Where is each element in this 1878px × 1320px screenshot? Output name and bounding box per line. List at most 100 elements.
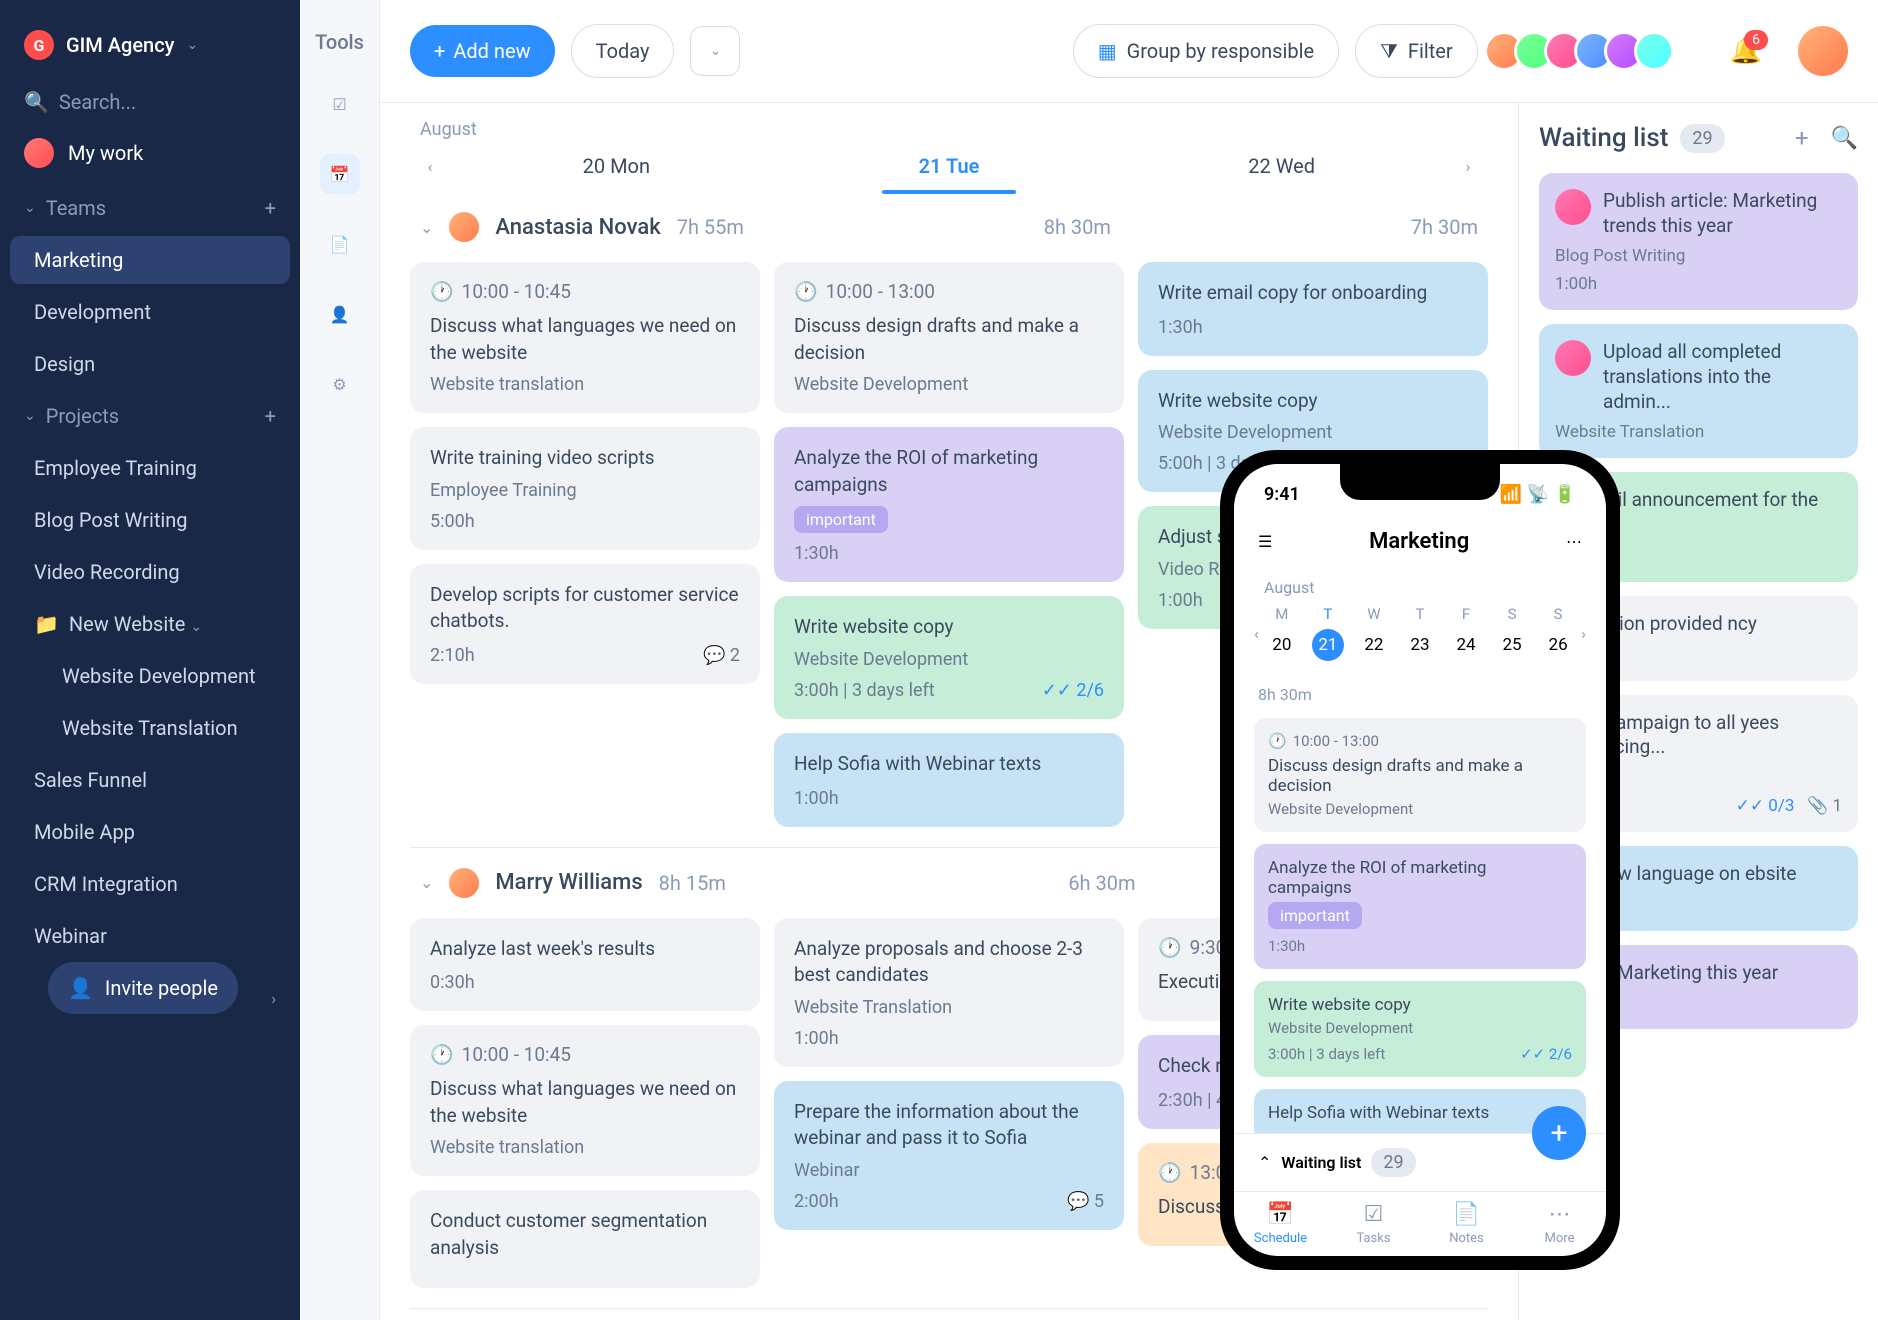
prev-arrow[interactable]: ‹: [410, 146, 450, 186]
plus-icon[interactable]: +: [265, 196, 276, 220]
sidebar-item-new-website[interactable]: 📁New Website ⌄: [10, 600, 290, 648]
task-title: Develop scripts for customer service cha…: [430, 582, 740, 635]
sidebar-item[interactable]: Website Translation: [10, 704, 290, 752]
task-title: Write email copy for onboarding: [1158, 280, 1468, 307]
phone-task-card[interactable]: Write website copyWebsite Development3:0…: [1254, 981, 1586, 1077]
sidebar-item[interactable]: Employee Training: [10, 444, 290, 492]
phone-day[interactable]: S26: [1535, 605, 1581, 661]
search-icon: 🔍: [24, 90, 49, 114]
task-card[interactable]: Analyze last week's results 0:30h: [410, 918, 760, 1012]
add-new-button[interactable]: +Add new: [410, 25, 555, 77]
checkbox-icon[interactable]: ☑: [320, 84, 360, 124]
sidebar-item[interactable]: Webinar: [10, 912, 290, 960]
sidebar-item[interactable]: Video Recording: [10, 548, 290, 596]
mobile-preview: 9:41 📶 📡 🔋 ☰ Marketing ⋯ August ‹M20T21W…: [1220, 450, 1620, 1270]
task-project: Website Development: [1158, 422, 1468, 443]
phone-task-card[interactable]: 🕐10:00 - 13:00Discuss design drafts and …: [1254, 718, 1586, 832]
task-card[interactable]: Develop scripts for customer service cha…: [410, 564, 760, 684]
teams-section-head[interactable]: ⌄Teams +: [0, 182, 300, 234]
phone-day[interactable]: S25: [1489, 605, 1535, 661]
projects-section-head[interactable]: ⌄Projects +: [0, 390, 300, 442]
phone-day[interactable]: T21: [1305, 605, 1351, 661]
more-icon[interactable]: ⋯: [1566, 532, 1582, 551]
workspace-switcher[interactable]: G GIM Agency ⌄: [0, 20, 300, 80]
next-arrow[interactable]: ›: [1448, 146, 1488, 186]
profile-avatar[interactable]: [1798, 26, 1848, 76]
team-avatars[interactable]: [1494, 31, 1674, 71]
task-card[interactable]: Analyze proposals and choose 2-3 best ca…: [774, 918, 1124, 1067]
search-placeholder: Search...: [59, 90, 136, 114]
clock-icon: 🕐: [1158, 1161, 1182, 1184]
sidebar-item[interactable]: Blog Post Writing: [10, 496, 290, 544]
task-card[interactable]: Help Sofia with Webinar texts1:00h: [774, 733, 1124, 827]
search-input[interactable]: 🔍 Search...: [24, 90, 276, 114]
task-card[interactable]: Write training video scriptsEmployee Tra…: [410, 427, 760, 550]
sidebar-item-marketing[interactable]: Marketing: [10, 236, 290, 284]
filter-button[interactable]: ⧩Filter: [1355, 24, 1478, 78]
task-card[interactable]: Write email copy for onboarding1:30h: [1138, 262, 1488, 356]
waiting-card[interactable]: Upload all completed translations into t…: [1539, 324, 1858, 458]
sidebar-item-design[interactable]: Design: [10, 340, 290, 388]
chevron-down-icon: ⌄: [420, 873, 433, 892]
task-duration: 1:00h: [794, 1028, 839, 1049]
tools-rail: Tools ☑ 📅 📄 👤 ⚙: [300, 0, 380, 1320]
main-content: +Add new Today ⌄ ▦Group by responsible ⧩…: [380, 0, 1878, 1320]
sidebar-item[interactable]: Sales Funnel: [10, 756, 290, 804]
task-card[interactable]: 🕐10:00 - 10:45Discuss what languages we …: [410, 1025, 760, 1176]
next-arrow[interactable]: ›: [1581, 624, 1586, 643]
phone-task-card[interactable]: Analyze the ROI of marketing campaignsim…: [1254, 844, 1586, 969]
day-column[interactable]: 21 Tue: [783, 140, 1116, 192]
comment-count: 💬 5: [1067, 1191, 1104, 1212]
phone-day[interactable]: W22: [1351, 605, 1397, 661]
group-by-button[interactable]: ▦Group by responsible: [1073, 24, 1339, 78]
invite-button[interactable]: 👤 Invite people: [48, 962, 238, 1014]
notes-icon[interactable]: 📄: [320, 224, 360, 264]
task-card[interactable]: 🕐10:00 - 13:00Discuss design drafts and …: [774, 262, 1124, 413]
person-icon[interactable]: 👤: [320, 294, 360, 334]
task-card[interactable]: Conduct customer segmentation analysis: [410, 1190, 760, 1287]
plus-icon[interactable]: +: [1795, 124, 1809, 152]
phone-day[interactable]: F24: [1443, 605, 1489, 661]
waiting-card[interactable]: Publish article: Marketing trends this y…: [1539, 173, 1858, 310]
chevron-down-icon: ⌄: [420, 218, 433, 237]
person-row[interactable]: ⌄ Anastasia Novak 7h 55m 8h 30m 7h 30m: [410, 192, 1488, 262]
day-column[interactable]: 20 Mon: [450, 140, 783, 192]
task-title: Analyze last week's results: [430, 936, 740, 963]
phone-tab[interactable]: ⋯More: [1513, 1202, 1606, 1246]
my-work-link[interactable]: My work: [0, 124, 300, 182]
grid-icon: ▦: [1098, 39, 1117, 63]
gear-icon[interactable]: ⚙: [320, 364, 360, 404]
search-icon[interactable]: 🔍: [1831, 126, 1858, 151]
task-card[interactable]: 🕐10:00 - 10:45Discuss what languages we …: [410, 262, 760, 413]
chevron-right-icon[interactable]: ›: [271, 989, 276, 1008]
phone-day[interactable]: T23: [1397, 605, 1443, 661]
fab-add-button[interactable]: +: [1532, 1106, 1586, 1160]
sidebar-item[interactable]: Mobile App: [10, 808, 290, 856]
task-duration: 5:00h: [430, 511, 475, 532]
task-duration: 2:10h: [430, 645, 475, 666]
task-duration: 0:30h: [430, 972, 475, 993]
notifications-button[interactable]: 🔔 6: [1730, 36, 1762, 66]
phone-tab[interactable]: 📄Notes: [1420, 1202, 1513, 1246]
sidebar-item-development[interactable]: Development: [10, 288, 290, 336]
phone-tab[interactable]: 📅Schedule: [1234, 1202, 1327, 1246]
day-column[interactable]: 22 Wed: [1115, 140, 1448, 192]
task-card[interactable]: Write website copyWebsite Development3:0…: [774, 596, 1124, 719]
calendar-icon[interactable]: 📅: [320, 154, 360, 194]
sidebar-item[interactable]: CRM Integration: [10, 860, 290, 908]
task-project: Website translation: [430, 374, 740, 395]
phone-tab[interactable]: ☑Tasks: [1327, 1202, 1420, 1246]
task-card[interactable]: Prepare the information about the webina…: [774, 1081, 1124, 1230]
time-total: 8h 30m: [760, 215, 1395, 239]
date-picker-button[interactable]: ⌄: [690, 26, 740, 76]
agency-name: GIM Agency: [66, 33, 174, 57]
today-button[interactable]: Today: [571, 24, 675, 78]
clock-icon: 🕐: [430, 1043, 454, 1066]
time-total: 7h 55m: [677, 215, 744, 239]
clock-icon: 🕐: [1158, 936, 1182, 959]
phone-day[interactable]: M20: [1259, 605, 1305, 661]
plus-icon[interactable]: +: [265, 404, 276, 428]
menu-icon[interactable]: ☰: [1258, 532, 1272, 551]
sidebar-item[interactable]: Website Development: [10, 652, 290, 700]
task-card[interactable]: Analyze the ROI of marketing campaignsim…: [774, 427, 1124, 582]
